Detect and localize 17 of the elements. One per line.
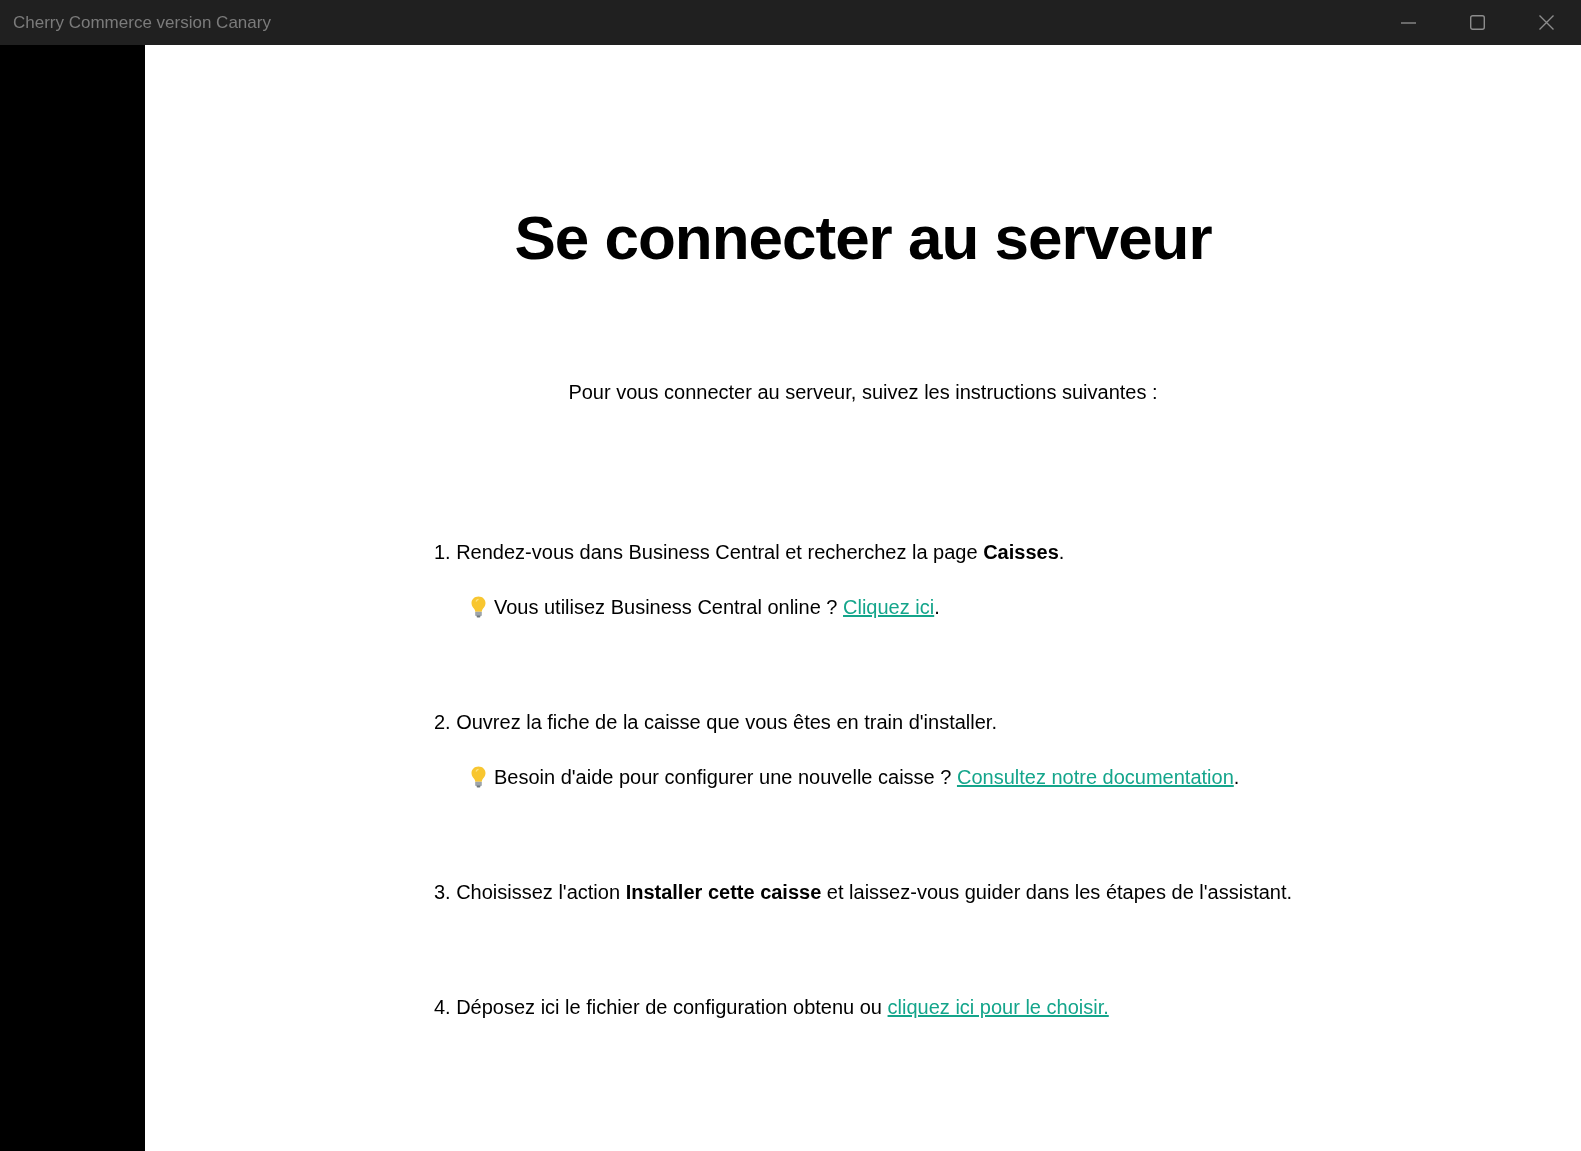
minimize-icon (1401, 21, 1416, 24)
tip-text: Vous utilisez Business Central online ? Cliquez ici. (493, 595, 940, 619)
file-picker-link[interactable]: cliquez ici pour le choisir. (887, 996, 1109, 1018)
step-text: 1. Rendez-vous dans Business Central et recherchez la page Caisses. (433, 540, 1065, 564)
help-link[interactable]: Cliquez ici (843, 596, 935, 618)
intro-text: Pour vous connecter au serveur, suivez les instructions suivantes : (568, 380, 1158, 404)
step-text: 4. Déposez ici le fichier de configuration obtenu ou cliquez ici pour le choisir. (433, 995, 1109, 1019)
page-heading: Se connecter au serveur (514, 202, 1212, 274)
step-text: 2. Ouvrez la fiche de la caisse que vous êtes en train d'installer. (433, 710, 998, 734)
tip-text: Besoin d'aide pour configurer une nouvelle caisse ? Consultez notre documentation. (493, 765, 1240, 789)
maximize-icon (1470, 15, 1485, 30)
close-icon (1539, 15, 1554, 30)
window-title: Cherry Commerce version Canary (13, 12, 271, 33)
step-text: 3. Choisissez l'action Installer cette caisse et laissez-vous guider dans les étapes de l'assistant. (433, 880, 1293, 904)
help-link[interactable]: Consultez notre documentation (956, 766, 1234, 788)
light-bulb-icon (470, 766, 486, 788)
light-bulb-icon (470, 596, 486, 618)
